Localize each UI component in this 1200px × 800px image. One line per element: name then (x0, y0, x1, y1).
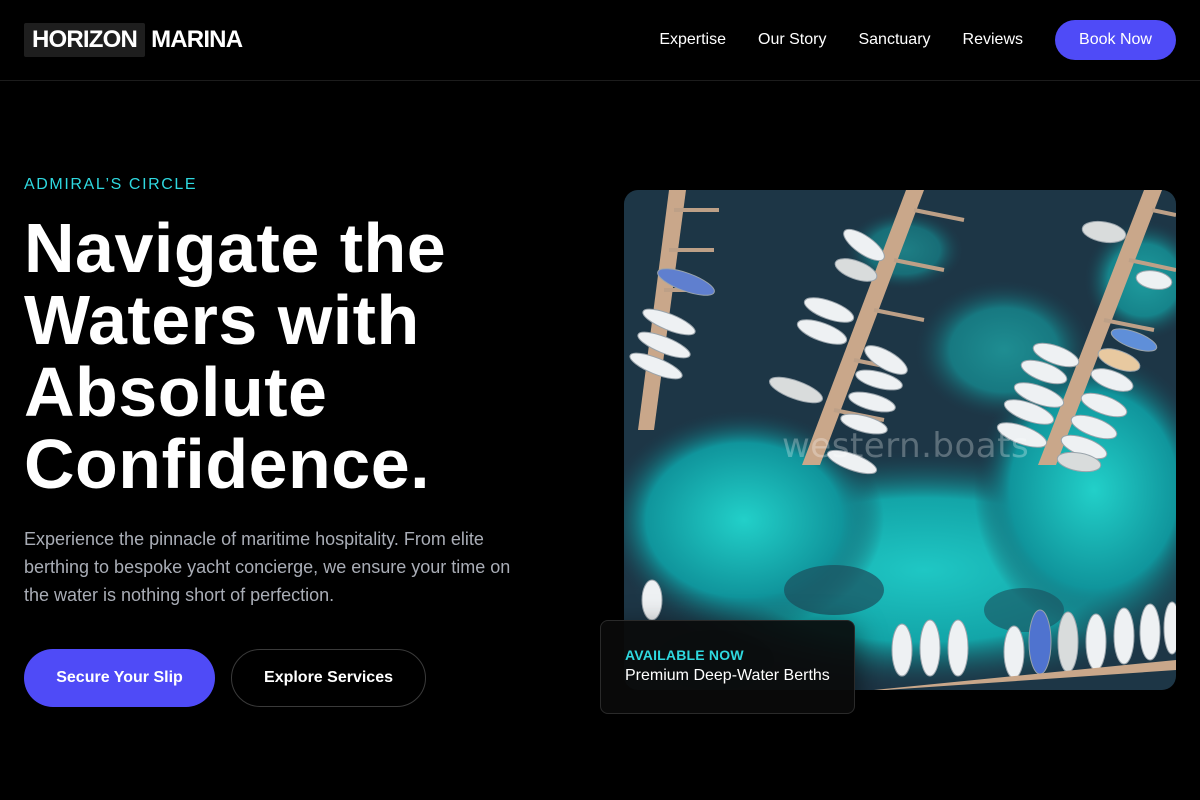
headline-line-2: Waters with (24, 281, 420, 359)
image-watermark: western.boats (782, 426, 1030, 466)
hero-headline: Navigate the Waters with Absolute Confid… (24, 212, 544, 500)
nav-link-reviews[interactable]: Reviews (963, 31, 1023, 49)
main-nav: Expertise Our Story Sanctuary Reviews Bo… (659, 20, 1176, 60)
hero-marina-image: western.boats (624, 190, 1176, 690)
headline-line-1: Navigate the (24, 209, 447, 287)
book-now-button[interactable]: Book Now (1055, 20, 1176, 60)
hero-description: Experience the pinnacle of maritime hosp… (24, 529, 511, 605)
hero-eyebrow: ADMIRAL’S CIRCLE (24, 176, 198, 193)
logo[interactable]: HORIZON MARINA (24, 23, 243, 57)
availability-card: AVAILABLE NOW Premium Deep-Water Berths (600, 620, 855, 714)
logo-horizon: HORIZON (24, 23, 146, 57)
site-header: HORIZON MARINA Expertise Our Story Sanct… (0, 0, 1200, 81)
secure-slip-button[interactable]: Secure Your Slip (24, 649, 215, 707)
availability-label: AVAILABLE NOW (625, 647, 744, 663)
nav-link-expertise[interactable]: Expertise (659, 31, 726, 49)
explore-services-button[interactable]: Explore Services (231, 649, 426, 707)
headline-line-3: Absolute (24, 353, 328, 431)
nav-link-sanctuary[interactable]: Sanctuary (858, 31, 930, 49)
logo-marina: MARINA (151, 26, 243, 53)
availability-title: Premium Deep-Water Berths (625, 667, 830, 684)
headline-line-4: Confidence. (24, 425, 431, 503)
nav-link-our-story[interactable]: Our Story (758, 31, 826, 49)
